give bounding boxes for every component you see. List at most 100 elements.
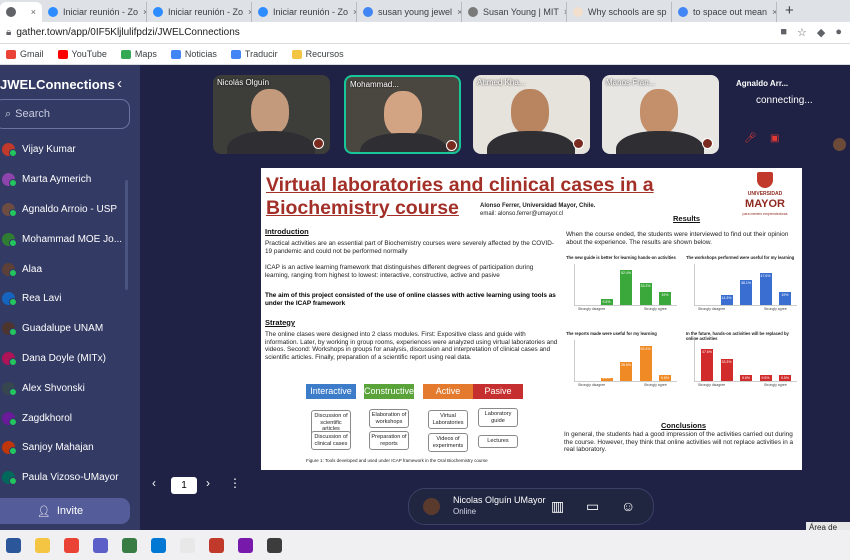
participant-name: Alaa — [22, 263, 43, 275]
logo-tagline: para mentes emprendedoras — [742, 212, 788, 216]
taskbar-app-icon[interactable] — [93, 537, 108, 553]
participant-item[interactable]: Paula Vizoso-UMayor — [0, 463, 140, 493]
participant-item[interactable]: Sanjoy Mahajan — [0, 433, 140, 463]
bookmark-item[interactable]: Noticias — [170, 49, 217, 59]
taskbar-app-icon[interactable] — [122, 537, 137, 553]
screen-share-icon[interactable]: ▭ — [586, 498, 599, 515]
chart-data-label: 47.6% — [760, 274, 771, 279]
participant-name: Zagdkhorol — [22, 412, 73, 424]
participant-item[interactable]: Guadalupe UNAM — [0, 314, 140, 344]
search-input[interactable]: ⌕ Search — [0, 99, 130, 129]
participant-item[interactable]: Rea Lavi — [0, 284, 140, 314]
taskbar-app-icon[interactable] — [209, 537, 224, 553]
prev-page-button[interactable]: ‹ — [152, 476, 156, 490]
connecting-video-tile[interactable]: Agnaldo Arr... connecting... 🎤︎ ▣ — [736, 75, 846, 154]
taskbar-app-icon[interactable] — [6, 537, 21, 553]
map-icon[interactable]: ▥ — [551, 498, 564, 515]
participant-item[interactable]: Dana Doyle (MITx) — [0, 344, 140, 374]
browser-tab[interactable]: susan young jewel × — [357, 2, 462, 22]
collapse-chevron-icon[interactable]: ‹ — [117, 75, 122, 92]
tab-close-icon[interactable]: × — [31, 7, 36, 17]
star-bookmark-icon[interactable]: ☆ — [797, 26, 807, 39]
x-axis-label-left: Strongly disagree — [698, 307, 726, 311]
user-avatar[interactable] — [423, 498, 440, 515]
participant-name: Marta Aymerich — [22, 174, 92, 186]
browser-tab[interactable]: Iniciar reunión - Zo× — [42, 2, 147, 22]
university-logo: UNIVERSIDAD MAYOR para mentes emprendedo… — [736, 172, 794, 219]
address-bar[interactable]: 🔒︎ gather.town/app/0IF5Kljlulifpdzi/JWEL… — [0, 22, 850, 44]
main-stage: Nicolás Olguín Mohammad... Ahmed Kha... Man… — [140, 65, 850, 542]
add-person-icon: 👤︎ — [36, 505, 51, 518]
extension-icon[interactable]: ◆ — [817, 26, 825, 39]
more-options-button[interactable]: ⋮ — [229, 476, 241, 490]
camera-icon[interactable]: ■ — [780, 26, 787, 39]
browser-tab[interactable]: × — [0, 2, 42, 22]
bookmark-item[interactable]: Maps — [120, 49, 157, 59]
shared-screen-slide: Virtual laboratories and clinical cases … — [261, 168, 802, 470]
x-axis-label-right: Strongly agree — [764, 383, 787, 387]
page-number-field[interactable]: 1 — [171, 477, 197, 494]
participant-name: Vijay Kumar — [22, 144, 76, 156]
browser-tab[interactable]: to space out mean × — [672, 2, 777, 22]
chart-data-label: 52.4% — [621, 271, 631, 276]
participant-item[interactable]: Alaa — [0, 254, 140, 284]
new-tab-button[interactable]: + — [777, 2, 802, 22]
url-text[interactable]: gather.town/app/0IF5Kljlulifpdzi/JWELCon… — [16, 27, 239, 38]
sidebar-scrollbar[interactable] — [125, 180, 128, 290]
participant-name: Sanjoy Mahajan — [22, 442, 94, 454]
survey-chart: The reports made were useful for my lear… — [564, 331, 679, 389]
browser-tab[interactable]: Iniciar reunión - Zo× — [147, 2, 252, 22]
chart-axes: 14.3% 38.1% 47.6% 19% — [694, 264, 797, 306]
chart-data-label: 9.5% — [742, 375, 750, 380]
gear-icon — [6, 7, 16, 17]
video-tile[interactable]: Mohammad... — [344, 75, 461, 154]
participant-item[interactable]: Vijay Kumar — [0, 135, 140, 165]
video-tile[interactable]: Ahmed Kha... — [473, 75, 590, 154]
video-name-label: Ahmed Kha... — [477, 78, 526, 87]
taskbar-app-icon[interactable] — [64, 537, 79, 553]
participant-avatar — [2, 441, 17, 456]
bookmark-label: Recursos — [305, 49, 344, 59]
browser-tab[interactable]: Susan Young | MIT× — [462, 2, 567, 22]
participant-avatar — [2, 262, 17, 277]
browser-tab[interactable]: Why schools are sp× — [567, 2, 672, 22]
chart-data-label: 14.3% — [721, 296, 732, 301]
participant-name: Guadalupe UNAM — [22, 323, 104, 335]
results-paragraph: When the course ended, the students were… — [566, 231, 789, 246]
participant-avatar — [2, 471, 17, 486]
strategy-heading: Strategy — [265, 318, 296, 327]
next-page-button[interactable]: › — [206, 476, 210, 490]
logo-line2: MAYOR — [745, 198, 785, 210]
participant-item[interactable]: Alex Shvonski — [0, 373, 140, 403]
browser-tab[interactable]: Iniciar reunión - Zo× — [252, 2, 357, 22]
video-tile[interactable]: Manos Fran... — [602, 75, 719, 154]
participant-item[interactable]: Agnaldo Arroio - USP — [0, 195, 140, 225]
taskbar-app-icon[interactable] — [35, 537, 50, 553]
bookmark-item[interactable]: YouTube — [57, 49, 107, 59]
bookmark-label: Noticias — [184, 49, 217, 59]
invite-button[interactable]: 👤︎ Invite — [0, 498, 130, 524]
taskbar-app-icon[interactable] — [238, 537, 253, 553]
avatar-badge-icon — [446, 140, 457, 151]
participant-avatar — [2, 322, 17, 337]
emoji-icon[interactable]: ☺︎ — [621, 498, 635, 514]
taskbar-app-icon[interactable] — [180, 537, 195, 553]
taskbar-app-icon[interactable] — [151, 537, 166, 553]
profile-icon[interactable]: ● — [835, 26, 842, 39]
figure-caption: Figure 1: Tools developed and used under… — [306, 458, 488, 463]
bookmark-item[interactable]: Traducir — [230, 49, 278, 59]
taskbar-app-icon[interactable] — [267, 537, 282, 553]
chart-data-label: 28.6% — [621, 362, 631, 367]
news-icon — [170, 49, 181, 59]
video-tile[interactable]: Nicolás Olguín — [213, 75, 330, 154]
user-status: Online — [453, 507, 477, 516]
participant-item[interactable]: Mohammad MOE Jo... — [0, 224, 140, 254]
intro-paragraph-2: ICAP is an active learning framework tha… — [265, 264, 534, 279]
participant-avatar — [2, 202, 17, 217]
bookmark-item[interactable]: Recursos — [291, 49, 344, 59]
bookmark-item[interactable]: Gmail — [6, 49, 44, 59]
participant-item[interactable]: Marta Aymerich — [0, 165, 140, 195]
x-axis-label-left: Strongly disagree — [578, 383, 606, 387]
participant-item[interactable]: Zagdkhorol — [0, 403, 140, 433]
participant-avatar — [2, 232, 17, 247]
